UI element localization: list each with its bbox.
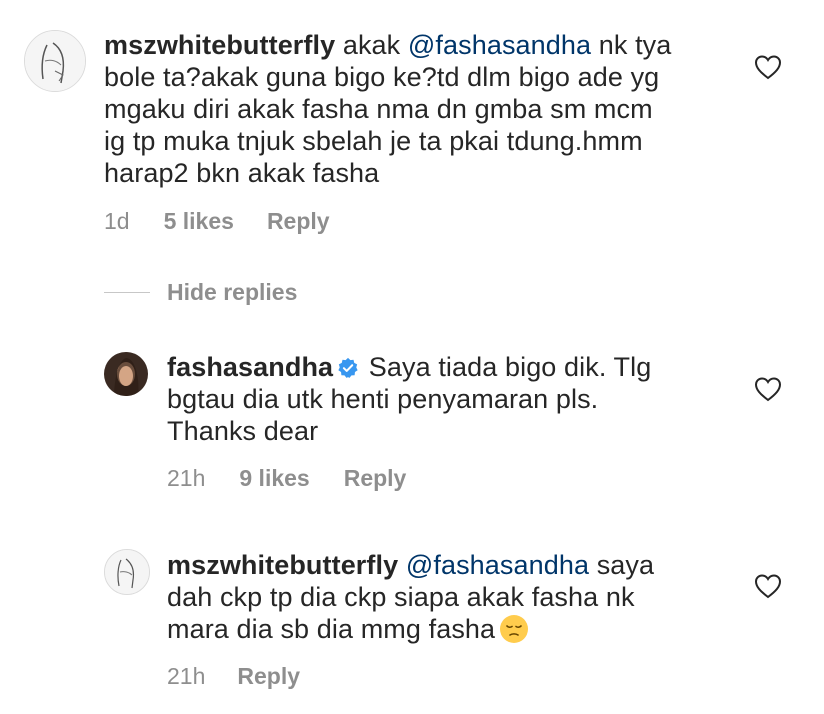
verified-badge-icon bbox=[337, 357, 359, 379]
comment-meta: 1d 5 likes Reply bbox=[104, 208, 330, 234]
reply-button[interactable]: Reply bbox=[267, 208, 330, 234]
comment-line: nk tya bbox=[598, 30, 672, 60]
comment-text: fashasandha Saya tiada bigo dik. Tlg bgt… bbox=[167, 351, 737, 447]
likes-count[interactable]: 9 likes bbox=[239, 465, 309, 491]
likes-count[interactable]: 5 likes bbox=[164, 208, 234, 234]
avatar[interactable] bbox=[104, 352, 148, 396]
comment-line: bole ta?akak guna bigo ke?td dlm bigo ad… bbox=[104, 62, 660, 92]
hide-replies-divider bbox=[104, 292, 150, 293]
comment-time: 21h bbox=[167, 663, 206, 689]
mention-link[interactable]: @fashasandha bbox=[406, 550, 589, 580]
like-heart-icon[interactable] bbox=[754, 376, 782, 402]
comment-prefix: akak bbox=[342, 30, 401, 60]
comment-time: 21h bbox=[167, 465, 206, 491]
profile-photo-icon bbox=[104, 352, 148, 396]
mention-link[interactable]: @fashasandha bbox=[408, 30, 591, 60]
comment-line: Saya tiada bigo dik. Tlg bbox=[368, 352, 652, 382]
reply-button[interactable]: Reply bbox=[344, 465, 407, 491]
comment-text: mszwhitebutterfly @fashasandha saya dah … bbox=[167, 549, 737, 645]
comment-username[interactable]: mszwhitebutterfly bbox=[167, 550, 398, 580]
comment-username[interactable]: fashasandha bbox=[167, 352, 333, 382]
comment-line: Thanks dear bbox=[167, 416, 319, 446]
reply-button[interactable]: Reply bbox=[237, 663, 300, 689]
sketch-avatar-icon bbox=[25, 31, 85, 91]
avatar[interactable] bbox=[104, 549, 150, 595]
sketch-avatar-icon bbox=[105, 550, 149, 594]
comment-meta: 21h Reply bbox=[167, 663, 300, 689]
comment-line: bgtau dia utk henti penyamaran pls. bbox=[167, 384, 599, 414]
comment-text: mszwhitebutterfly akak @fashasandha nk t… bbox=[104, 29, 744, 189]
like-heart-icon[interactable] bbox=[754, 54, 782, 80]
comment-line: dah ckp tp dia ckp siapa akak fasha nk bbox=[167, 582, 635, 612]
comment-meta: 21h 9 likes Reply bbox=[167, 465, 406, 491]
comment-line: mgaku diri akak fasha nma dn gmba sm mcm bbox=[104, 94, 653, 124]
like-heart-icon[interactable] bbox=[754, 573, 782, 599]
avatar[interactable] bbox=[24, 30, 86, 92]
comment-line: harap2 bkn akak fasha bbox=[104, 158, 380, 188]
comment-line: ig tp muka tnjuk sbelah je ta pkai tdung… bbox=[104, 126, 643, 156]
comment-line: saya bbox=[596, 550, 655, 580]
hide-replies-button[interactable]: Hide replies bbox=[167, 279, 297, 306]
comment-line: mara dia sb dia mmg fasha bbox=[167, 614, 496, 644]
comment-time: 1d bbox=[104, 208, 130, 234]
comment-username[interactable]: mszwhitebutterfly bbox=[104, 30, 335, 60]
pensive-face-emoji bbox=[499, 614, 529, 644]
